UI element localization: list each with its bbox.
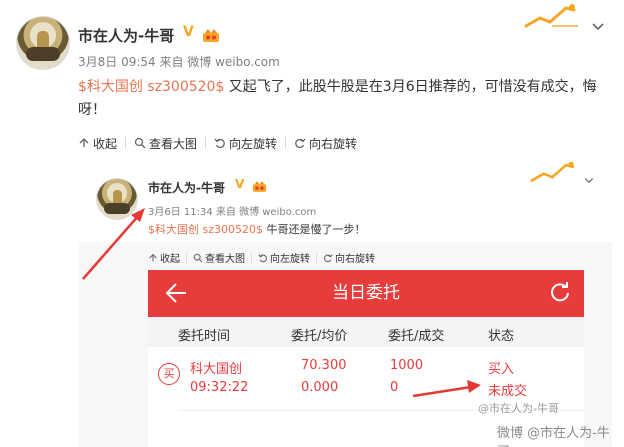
toolbar-divider — [125, 137, 127, 149]
embedded-toolbar: 收起 查看大图 向左旋转 向右旋转 — [148, 250, 375, 265]
embedded-verified-v-icon: V — [235, 177, 245, 191]
rotate-right-button[interactable]: 向右旋转 — [294, 135, 357, 152]
toolbar-divider — [205, 137, 207, 149]
embedded-view-large: 查看大图 — [193, 250, 245, 265]
rotate-left-icon — [214, 138, 225, 149]
embedded-rotate-left-label: 向左旋转 — [270, 254, 310, 265]
order-avg-price: 0.000 — [301, 380, 339, 395]
collapse-arrow-icon — [79, 138, 89, 147]
embedded-chevron-down-icon — [584, 178, 594, 184]
rotate-right-icon — [295, 138, 306, 149]
avatar-ox — [26, 47, 60, 61]
order-table-header: 委托时间 委托/均价 委托/成交 状态 — [148, 317, 584, 347]
toolbar-divider — [251, 252, 252, 263]
view-large-button[interactable]: 查看大图 — [134, 135, 197, 152]
rotate-left-label: 向左旋转 — [229, 136, 278, 151]
embedded-post-image[interactable]: 市在人为-牛哥 V 3月6日 11:34 来自 微博 weibo.com $科大… — [79, 160, 612, 447]
embedded-content: $科大国创 sz300520$ 牛哥还是慢了一步！ — [148, 221, 366, 237]
embedded-collapse: 收起 — [148, 250, 180, 265]
app-title: 当日委托 — [332, 283, 400, 303]
collapse-label: 收起 — [93, 136, 118, 151]
verified-v-icon: V — [183, 24, 194, 40]
embedded-rotate-right-label: 向右旋转 — [335, 254, 375, 265]
user-avatar[interactable] — [16, 16, 70, 70]
order-time: 09:32:22 — [190, 380, 249, 395]
collapse-arrow-icon — [149, 253, 157, 261]
stock-link[interactable]: $科大国创 sz300520$ — [78, 79, 224, 95]
avatar-rider — [113, 190, 122, 204]
order-price: 70.300 — [301, 358, 347, 373]
decoration-chart-icon — [524, 4, 578, 28]
embedded-text: 牛哥还是慢了一步！ — [263, 223, 366, 236]
magnifier-icon — [134, 137, 146, 149]
order-status-side: 买入 — [488, 362, 515, 377]
collapse-button[interactable]: 收起 — [78, 135, 117, 152]
order-stock-name: 科大国创 — [190, 362, 243, 377]
toolbar-divider — [285, 137, 287, 149]
buy-side-badge: 买 — [158, 363, 180, 385]
chevron-down-icon[interactable] — [590, 18, 606, 34]
embedded-collapse-label: 收起 — [160, 254, 180, 265]
toolbar-divider — [316, 252, 317, 263]
post-content: $科大国创 sz300520$ 又起飞了，此股牛股是在3月6日推荐的，可惜没有成… — [78, 76, 612, 122]
embedded-stock-link: $科大国创 sz300520$ — [148, 223, 263, 236]
broker-app-screenshot: 当日委托 委托时间 委托/均价 委托/成交 状态 买 科大国创 09:32:22… — [148, 270, 584, 447]
embedded-view-large-label: 查看大图 — [205, 254, 245, 265]
rotate-right-icon — [324, 253, 333, 262]
embedded-crown-icon — [252, 181, 267, 192]
column-header: 委托/成交 — [388, 329, 445, 344]
embedded-rotate-left: 向左旋转 — [258, 250, 310, 265]
order-qty: 1000 — [390, 358, 424, 373]
magnifier-icon — [193, 253, 203, 263]
embedded-avatar — [96, 178, 138, 220]
order-status: 未成交 — [488, 384, 528, 399]
member-crown-icon[interactable] — [202, 28, 220, 43]
post-meta: 3月8日 09:54 来自 微博 weibo.com — [78, 55, 280, 69]
image-toolbar: 收起 查看大图 向左旋转 向右旋转 — [78, 134, 357, 152]
embedded-decoration-icon — [530, 161, 575, 182]
weibo-post-card: 市在人为-牛哥 V 3月8日 09:54 来自 微博 weibo.com $科大… — [0, 0, 624, 447]
view-large-label: 查看大图 — [149, 136, 198, 151]
weibo-watermark: 微博 @市在人为-牛哥 — [497, 426, 610, 447]
rotate-right-label: 向右旋转 — [309, 136, 358, 151]
app-watermark: @市在人为-牛哥 — [478, 402, 559, 415]
embedded-rotate-right: 向右旋转 — [323, 250, 375, 265]
column-header: 状态 — [488, 329, 515, 344]
post-username[interactable]: 市在人为-牛哥 — [78, 25, 174, 46]
rotate-left-icon — [258, 253, 267, 262]
refresh-icon — [551, 282, 569, 302]
embedded-meta: 3月6日 11:34 来自 微博 weibo.com — [148, 207, 317, 218]
avatar-ox — [104, 203, 130, 214]
toolbar-divider — [186, 252, 187, 263]
rotate-left-button[interactable]: 向左旋转 — [214, 135, 277, 152]
embedded-username: 市在人为-牛哥 — [148, 181, 225, 195]
order-filled: 0 — [390, 380, 399, 395]
column-header: 委托时间 — [178, 329, 231, 344]
column-header: 委托/均价 — [291, 329, 348, 344]
